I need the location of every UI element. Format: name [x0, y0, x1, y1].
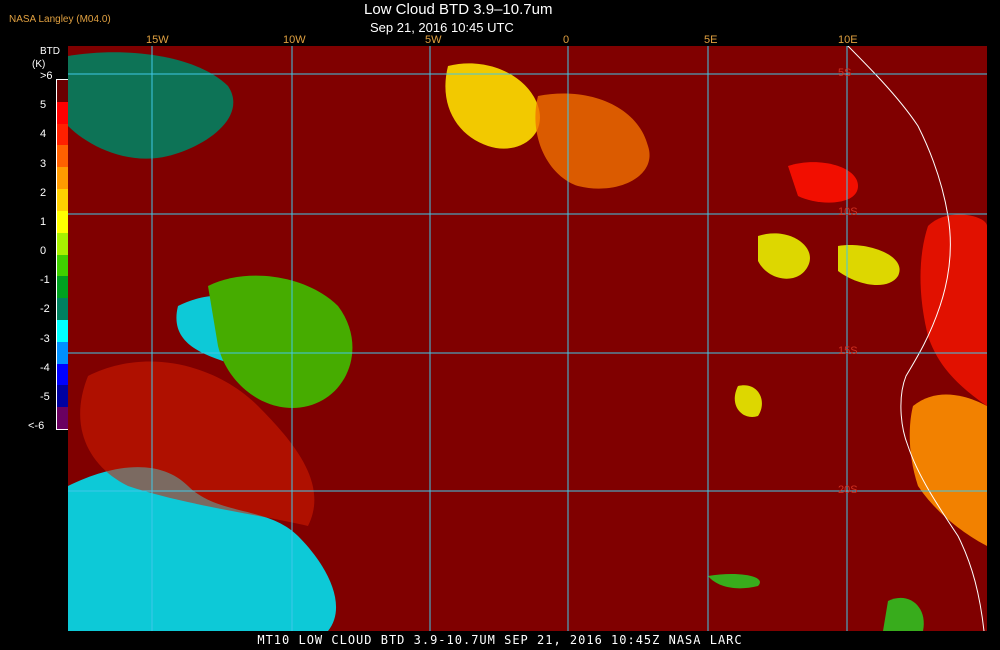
colorbar-tick-label: 4: [40, 128, 47, 141]
latitude-label: 10S: [838, 206, 858, 218]
colorbar-tick-label: 0: [40, 245, 47, 257]
longitude-label: 5W: [425, 34, 442, 46]
colorbar-tick-label: 5: [40, 99, 47, 112]
colorbar-tick-label: <-6: [28, 420, 45, 432]
map-canvas: [68, 35, 987, 632]
legend-unit-label: (K): [32, 59, 46, 70]
legend-unit-label: BTD: [40, 46, 60, 57]
colorbar-tick-label: 1: [40, 215, 47, 228]
latitude-label: 15S: [838, 345, 858, 357]
longitude-label: 10E: [838, 34, 858, 46]
colorbar-tick-label: -2: [40, 303, 50, 316]
longitude-label: 0: [563, 34, 570, 46]
colorbar-tick-label: -3: [40, 332, 50, 345]
colorbar-tick-label: -1: [40, 274, 50, 287]
colorbar-tick-label: -5: [40, 390, 50, 403]
longitude-label: 15W: [146, 34, 169, 46]
longitude-label: 10W: [283, 34, 306, 46]
colorbar-tick-label: 2: [40, 186, 47, 199]
colorbar-tick-label: 3: [40, 157, 47, 170]
map-title: Low Cloud BTD 3.9–10.7um: [364, 1, 553, 18]
longitude-label: 5E: [704, 34, 718, 46]
latitude-label: 5S: [838, 67, 852, 79]
credit-label: NASA Langley (M04.0): [9, 14, 111, 25]
satellite-map: [68, 35, 987, 632]
map-subtitle: Sep 21, 2016 10:45 UTC: [370, 20, 514, 35]
latitude-label: 20S: [838, 484, 858, 496]
colorbar-tick-label: >6: [40, 70, 53, 82]
footer-caption: MT10 LOW CLOUD BTD 3.9-10.7UM SEP 21, 20…: [257, 633, 743, 647]
colorbar-tick-label: -4: [40, 361, 50, 374]
